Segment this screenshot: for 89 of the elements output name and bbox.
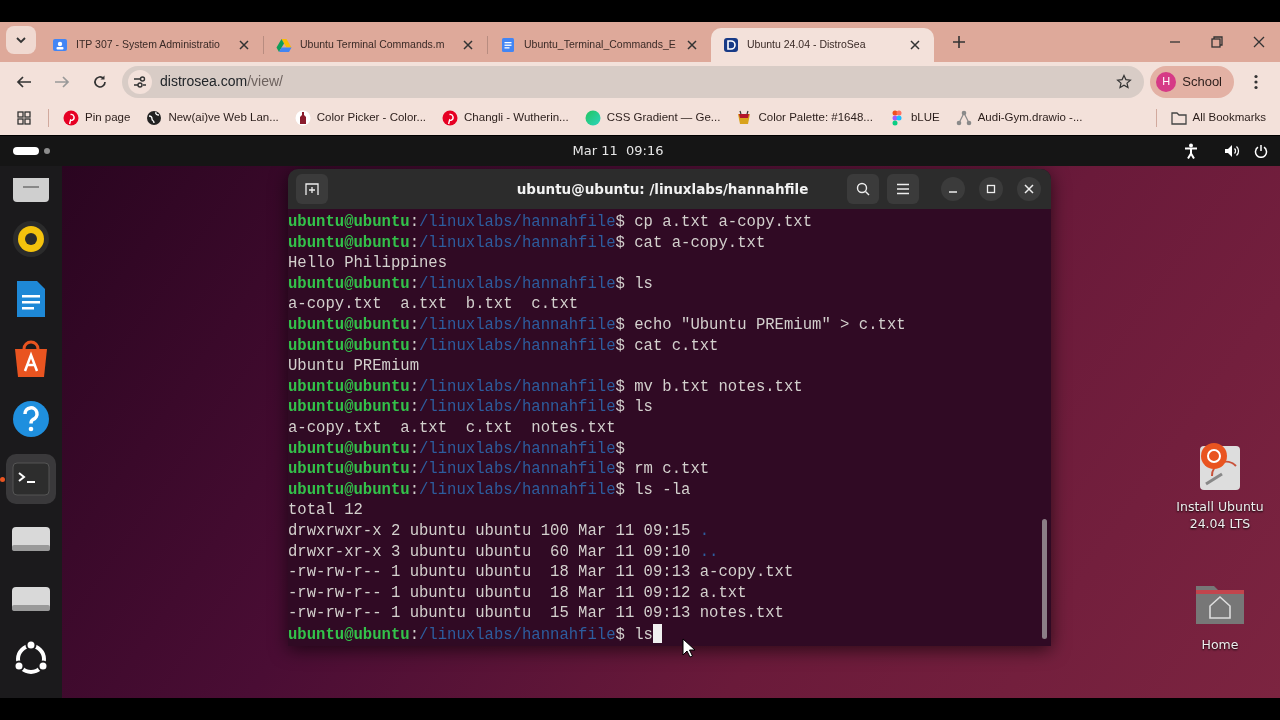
bookmark[interactable]: CSS Gradient — Ge... <box>578 106 727 130</box>
pin-logo-icon <box>63 110 79 126</box>
volume-icon[interactable] <box>1224 144 1240 158</box>
bookmark[interactable]: New(ai)ve Web Lan... <box>140 106 285 130</box>
cup-icon <box>736 110 753 126</box>
prompt-line: ubuntu@ubuntu:/linuxlabs/hannahfile$ mv b.txt notes.txt <box>288 376 804 398</box>
bookmark[interactable]: Color Picker - Color... <box>288 106 433 130</box>
maximize-button[interactable] <box>979 177 1003 201</box>
classroom-icon <box>52 37 68 53</box>
listing-line: -rw-rw-r-- 1 ubuntu ubuntu 18 Mar 11 09:13 a-copy.txt <box>288 562 795 583</box>
grid-icon <box>17 111 31 125</box>
plus-icon <box>952 35 966 49</box>
more-vertical-icon <box>1254 73 1258 90</box>
close-icon[interactable] <box>687 40 698 50</box>
letter-logo-icon <box>723 37 739 53</box>
menu-icon <box>896 183 910 195</box>
bookmark[interactable]: Color Palette: #1648... <box>730 106 879 130</box>
output-line: total 12 <box>288 500 364 521</box>
close-icon <box>1024 184 1034 194</box>
close-icon[interactable] <box>239 40 249 50</box>
back-arrow-icon <box>16 73 32 90</box>
prompt-line: ubuntu@ubuntu:/linuxlabs/hannahfile$ <box>288 438 626 460</box>
close-button[interactable] <box>1017 177 1041 201</box>
prompt-line: ubuntu@ubuntu:/linuxlabs/hannahfile$ ls <box>288 273 654 295</box>
prompt-line: ubuntu@ubuntu:/linuxlabs/hannahfile$ echo "Ubuntu PREmium" > c.txt <box>288 314 907 336</box>
browser-tab[interactable]: ITP 307 - System Administratio <box>40 28 263 62</box>
browser-tab[interactable]: Ubuntu_Terminal_Commands_E <box>488 28 711 62</box>
search-icon <box>856 182 870 196</box>
desktop-shortcut[interactable]: Install Ubuntu 24.04 LTS <box>1165 438 1275 532</box>
power-icon[interactable] <box>1254 144 1268 158</box>
minimize-button[interactable] <box>941 177 965 201</box>
bottle-icon <box>294 110 311 126</box>
folder-icon <box>1170 111 1187 125</box>
prompt-line: ubuntu@ubuntu:/linuxlabs/hannahfile$ ls <box>288 623 1051 645</box>
scrollbar[interactable] <box>1042 519 1047 639</box>
browser-tab[interactable]: Ubuntu 24.04 - DistroSea <box>711 28 934 62</box>
bookmark[interactable]: Pin page <box>57 106 137 130</box>
bookmark[interactable]: Changli - Wutherin... <box>436 106 575 130</box>
close-icon[interactable] <box>463 40 473 50</box>
new-tab-button[interactable] <box>296 174 328 204</box>
pin-logo-icon <box>442 110 459 126</box>
prompt-line: ubuntu@ubuntu:/linuxlabs/hannahfile$ ls <box>288 397 654 418</box>
bookmark[interactable]: bLUE <box>882 106 946 130</box>
prompt-line: ubuntu@ubuntu:/linuxlabs/hannahfile$ cat a-copy.txt <box>288 232 767 254</box>
document-icon <box>500 37 516 53</box>
prompt-line: ubuntu@ubuntu:/linuxlabs/hannahfile$ rm c.txt <box>288 459 711 480</box>
output-line: a-copy.txt a.txt c.txt notes.txt <box>288 417 617 439</box>
star-icon[interactable] <box>1116 73 1133 90</box>
workspace-indicator-icon[interactable] <box>12 146 52 156</box>
prompt-line: ubuntu@ubuntu:/linuxlabs/hannahfile$ cat c.txt <box>288 335 720 357</box>
output-line: a-copy.txt a.txt b.txt c.txt <box>288 294 580 315</box>
new-tab-icon <box>305 182 319 196</box>
clock[interactable]: Mar 11 09:16 <box>572 141 664 161</box>
address-bar[interactable]: distrosea.com/view/ <box>122 65 1145 98</box>
listing-line: drwxr-xr-x 3 ubuntu ubuntu 60 Mar 11 09:10 .. <box>288 541 720 563</box>
maximize-icon <box>986 184 996 194</box>
prompt-line: ubuntu@ubuntu:/linuxlabs/hannahfile$ cp a.txt a-copy.txt <box>288 212 814 233</box>
triangle-logo-icon <box>276 37 292 53</box>
chevron-down-icon <box>15 36 27 44</box>
site-settings-icon[interactable] <box>133 74 147 89</box>
window-title: ubuntu@ubuntu: /linuxlabs/hannahfile <box>515 179 810 199</box>
restore-icon <box>1211 36 1223 48</box>
accessibility-icon[interactable] <box>1184 143 1198 159</box>
search-button[interactable] <box>847 174 879 204</box>
close-icon[interactable] <box>910 40 920 50</box>
listing-line: -rw-rw-r-- 1 ubuntu ubuntu 18 Mar 11 09:12 a.txt <box>288 582 748 604</box>
url-host: distrosea.com <box>160 73 248 89</box>
bookmark[interactable]: Audi-Gym.drawio -... <box>949 106 1089 130</box>
reload-icon <box>92 73 108 90</box>
desktop-shortcut[interactable]: Home <box>1165 576 1275 653</box>
forward-arrow-icon <box>54 73 70 90</box>
globe-icon <box>146 110 163 126</box>
mouse-pointer-icon <box>682 638 696 658</box>
listing-line: -rw-rw-r-- 1 ubuntu ubuntu 15 Mar 11 09:13 notes.txt <box>288 603 785 624</box>
prompt-line: ubuntu@ubuntu:/linuxlabs/hannahfile$ ls -la <box>288 479 692 501</box>
output-line: Ubuntu PREmium <box>288 356 420 377</box>
minimize-icon <box>949 191 957 193</box>
close-icon <box>1253 36 1265 48</box>
profile-button[interactable]: H School <box>1150 65 1234 98</box>
output-line: Hello Philippines <box>288 253 449 274</box>
listing-line: drwxrwxr-x 2 ubuntu ubuntu 100 Mar 11 09:15 . <box>288 520 711 542</box>
gradient-circle-icon <box>584 110 601 126</box>
menu-button[interactable] <box>887 174 919 204</box>
browser-tab[interactable]: Ubuntu Terminal Commands.m <box>264 28 487 62</box>
nodes-icon <box>955 110 972 126</box>
running-indicator <box>0 477 5 482</box>
all-bookmarks-link[interactable]: All Bookmarks <box>1164 106 1272 130</box>
url-path: /view/ <box>247 73 283 89</box>
tab-search-button[interactable] <box>6 26 36 54</box>
